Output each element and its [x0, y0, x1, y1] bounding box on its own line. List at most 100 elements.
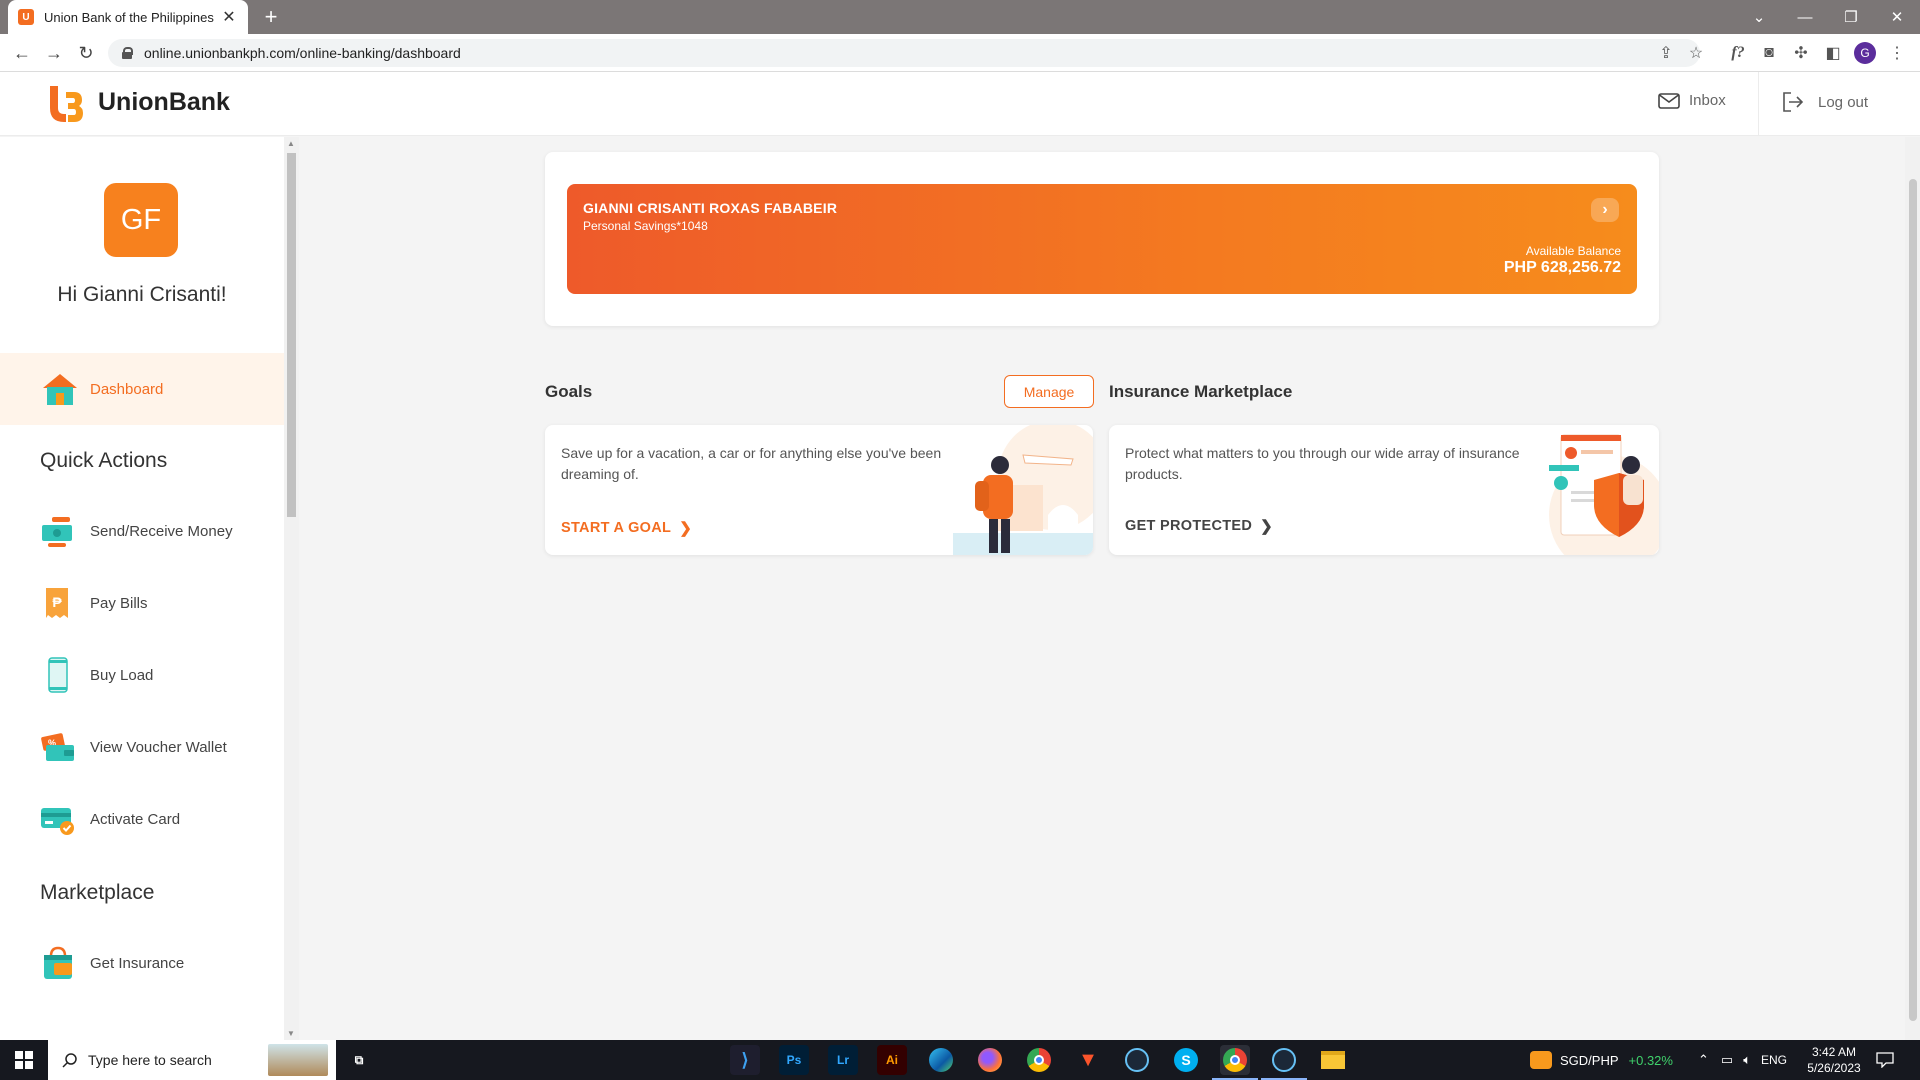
main-scrollbar-thumb[interactable]: [1909, 179, 1917, 1021]
network-icon[interactable]: ▭: [1721, 1052, 1733, 1068]
sidebar-item-activate-card[interactable]: Activate Card: [40, 801, 180, 837]
sidebar-item-label: Buy Load: [90, 666, 154, 684]
brand-name: UnionBank: [98, 87, 230, 116]
ticker-change: +0.32%: [1628, 1052, 1673, 1068]
chrome-app-icon[interactable]: [1024, 1045, 1054, 1075]
chevron-right-icon: ❯: [679, 520, 693, 537]
windows-start-button[interactable]: [0, 1040, 48, 1080]
currency-ticker-icon: [1530, 1051, 1552, 1069]
account-card[interactable]: GIANNI CRISANTI ROXAS FABABEIR Personal …: [567, 184, 1637, 294]
logout-label: Log out: [1818, 93, 1869, 111]
sidebar-item-label: Send/Receive Money: [90, 522, 233, 540]
notifications-icon[interactable]: [1876, 1040, 1894, 1080]
tab-close-icon[interactable]: ✕: [220, 7, 238, 27]
lock-icon[interactable]: [122, 47, 133, 59]
window-controls: ⌄ — ❐ ✕: [1736, 0, 1920, 34]
clock-time: 3:42 AM: [1811, 1045, 1857, 1059]
insurance-promo-card[interactable]: Protect what matters to you through our …: [1109, 425, 1659, 555]
close-window-button[interactable]: ✕: [1874, 0, 1920, 34]
clock-date: 5/26/2023: [1807, 1061, 1861, 1075]
unionbank-favicon-icon: U: [18, 9, 34, 25]
extensions-puzzle-icon[interactable]: ✣: [1788, 40, 1814, 66]
brave-app-icon[interactable]: ▼: [1073, 1045, 1103, 1075]
clock[interactable]: 3:42 AM 5/26/2023: [1806, 1040, 1862, 1080]
language-indicator[interactable]: ENG: [1761, 1053, 1787, 1067]
send-money-icon: [42, 517, 72, 547]
get-protected-link[interactable]: GET PROTECTED ❯: [1125, 517, 1273, 535]
sidebar-item-send-receive-money[interactable]: Send/Receive Money: [40, 513, 233, 549]
avatar[interactable]: GF: [104, 183, 178, 257]
scroll-down-arrow-icon[interactable]: ▼: [287, 1029, 295, 1038]
search-highlight-icon[interactable]: [268, 1044, 328, 1076]
main-scrollbar[interactable]: [1905, 137, 1920, 1040]
taskbar-search-box[interactable]: Type here to search: [48, 1040, 336, 1080]
sidebar-item-get-insurance[interactable]: Get Insurance: [40, 945, 184, 981]
forward-arrow-icon[interactable]: →: [40, 40, 68, 66]
steam-2-app-icon[interactable]: [1261, 1045, 1307, 1080]
search-icon: [62, 1053, 77, 1068]
volume-icon[interactable]: 🔈︎: [1743, 1052, 1751, 1068]
font-extension-icon[interactable]: f?: [1724, 40, 1752, 66]
inbox-button[interactable]: Inbox: [1658, 92, 1726, 109]
browser-tab[interactable]: U Union Bank of the Philippines ✕: [8, 0, 248, 34]
logout-button[interactable]: Log out: [1782, 92, 1868, 112]
photoshop-app-icon[interactable]: Ps: [779, 1045, 809, 1075]
start-goal-label: START A GOAL: [561, 520, 672, 536]
chevron-right-icon[interactable]: ›: [1591, 198, 1619, 222]
envelope-icon: [1658, 92, 1680, 109]
chrome-active-app-icon[interactable]: [1212, 1045, 1258, 1080]
vscode-app-icon[interactable]: ⟩: [730, 1045, 760, 1075]
balance-label: Available Balance: [1525, 244, 1621, 258]
chevron-right-icon: ❯: [1260, 518, 1274, 535]
sidebar-scrollbar[interactable]: ▲ ▼: [284, 137, 299, 1040]
sidebar-item-dashboard[interactable]: Dashboard: [0, 353, 284, 425]
sidebar-item-label: View Voucher Wallet: [90, 738, 227, 756]
file-explorer-app-icon[interactable]: [1318, 1045, 1348, 1075]
sidebar-item-pay-bills[interactable]: ₱ Pay Bills: [40, 585, 148, 621]
scroll-up-arrow-icon[interactable]: ▲: [287, 139, 295, 148]
goals-description: Save up for a vacation, a car or for any…: [561, 445, 942, 482]
edge-app-icon[interactable]: [926, 1045, 956, 1075]
tab-search-chevron-icon[interactable]: ⌄: [1736, 0, 1782, 34]
restore-button[interactable]: ❐: [1828, 0, 1874, 34]
greeting: Hi Gianni Crisanti!: [57, 283, 227, 306]
lightroom-app-icon[interactable]: Lr: [828, 1045, 858, 1075]
tab-title: Union Bank of the Philippines: [44, 9, 214, 25]
tray-chevron-up-icon[interactable]: ⌃: [1698, 1052, 1709, 1068]
steam-app-icon[interactable]: [1122, 1045, 1152, 1075]
windows-logo-icon: [15, 1051, 33, 1069]
pay-bills-icon: ₱: [46, 588, 68, 618]
side-panel-icon[interactable]: ◧: [1820, 40, 1846, 66]
start-goal-link[interactable]: START A GOAL ❯: [561, 519, 692, 537]
address-bar[interactable]: online.unionbankph.com/online-banking/da…: [108, 39, 1700, 67]
illustrator-app-icon[interactable]: Ai: [877, 1045, 907, 1075]
profile-avatar[interactable]: G: [1852, 40, 1878, 66]
browser-toolbar: ← → ↻ online.unionbankph.com/online-bank…: [0, 34, 1920, 72]
reload-icon[interactable]: ↻: [72, 40, 100, 66]
manage-goals-button[interactable]: Manage: [1004, 375, 1094, 408]
camera-extension-icon[interactable]: ◙: [1756, 40, 1782, 66]
sidebar-item-buy-load[interactable]: Buy Load: [40, 657, 153, 693]
header-divider: [1758, 72, 1759, 136]
windows-taskbar: Type here to search ⧉ ⟩ Ps Lr Ai ▼ S SGD…: [0, 1040, 1920, 1080]
unionbank-logo[interactable]: UnionBank: [46, 82, 230, 122]
new-tab-button[interactable]: +: [258, 4, 284, 30]
insurance-shield-illustration-icon: [1549, 434, 1659, 555]
firefox-app-icon[interactable]: [975, 1045, 1005, 1075]
accounts-panel: GIANNI CRISANTI ROXAS FABABEIR Personal …: [545, 152, 1659, 326]
goals-promo-card[interactable]: Save up for a vacation, a car or for any…: [545, 425, 1093, 555]
minimize-button[interactable]: —: [1782, 0, 1828, 34]
url-text[interactable]: online.unionbankph.com/online-banking/da…: [144, 45, 461, 61]
browser-menu-icon[interactable]: ⋮: [1884, 40, 1910, 66]
share-icon[interactable]: ⇪: [1654, 40, 1678, 66]
voucher-wallet-icon: %: [41, 733, 74, 761]
unionbank-logo-mark-icon: [46, 82, 86, 122]
task-view-icon[interactable]: ⧉: [344, 1045, 374, 1075]
sidebar-item-view-voucher-wallet[interactable]: % View Voucher Wallet: [40, 729, 227, 765]
back-arrow-icon[interactable]: ←: [8, 40, 36, 66]
currency-ticker[interactable]: SGD/PHP +0.32%: [1530, 1040, 1673, 1080]
sidebar-item-label: Pay Bills: [90, 594, 148, 612]
skype-app-icon[interactable]: S: [1171, 1045, 1201, 1075]
bookmark-star-icon[interactable]: ☆: [1684, 40, 1708, 66]
sidebar-scrollbar-thumb[interactable]: [287, 153, 296, 517]
